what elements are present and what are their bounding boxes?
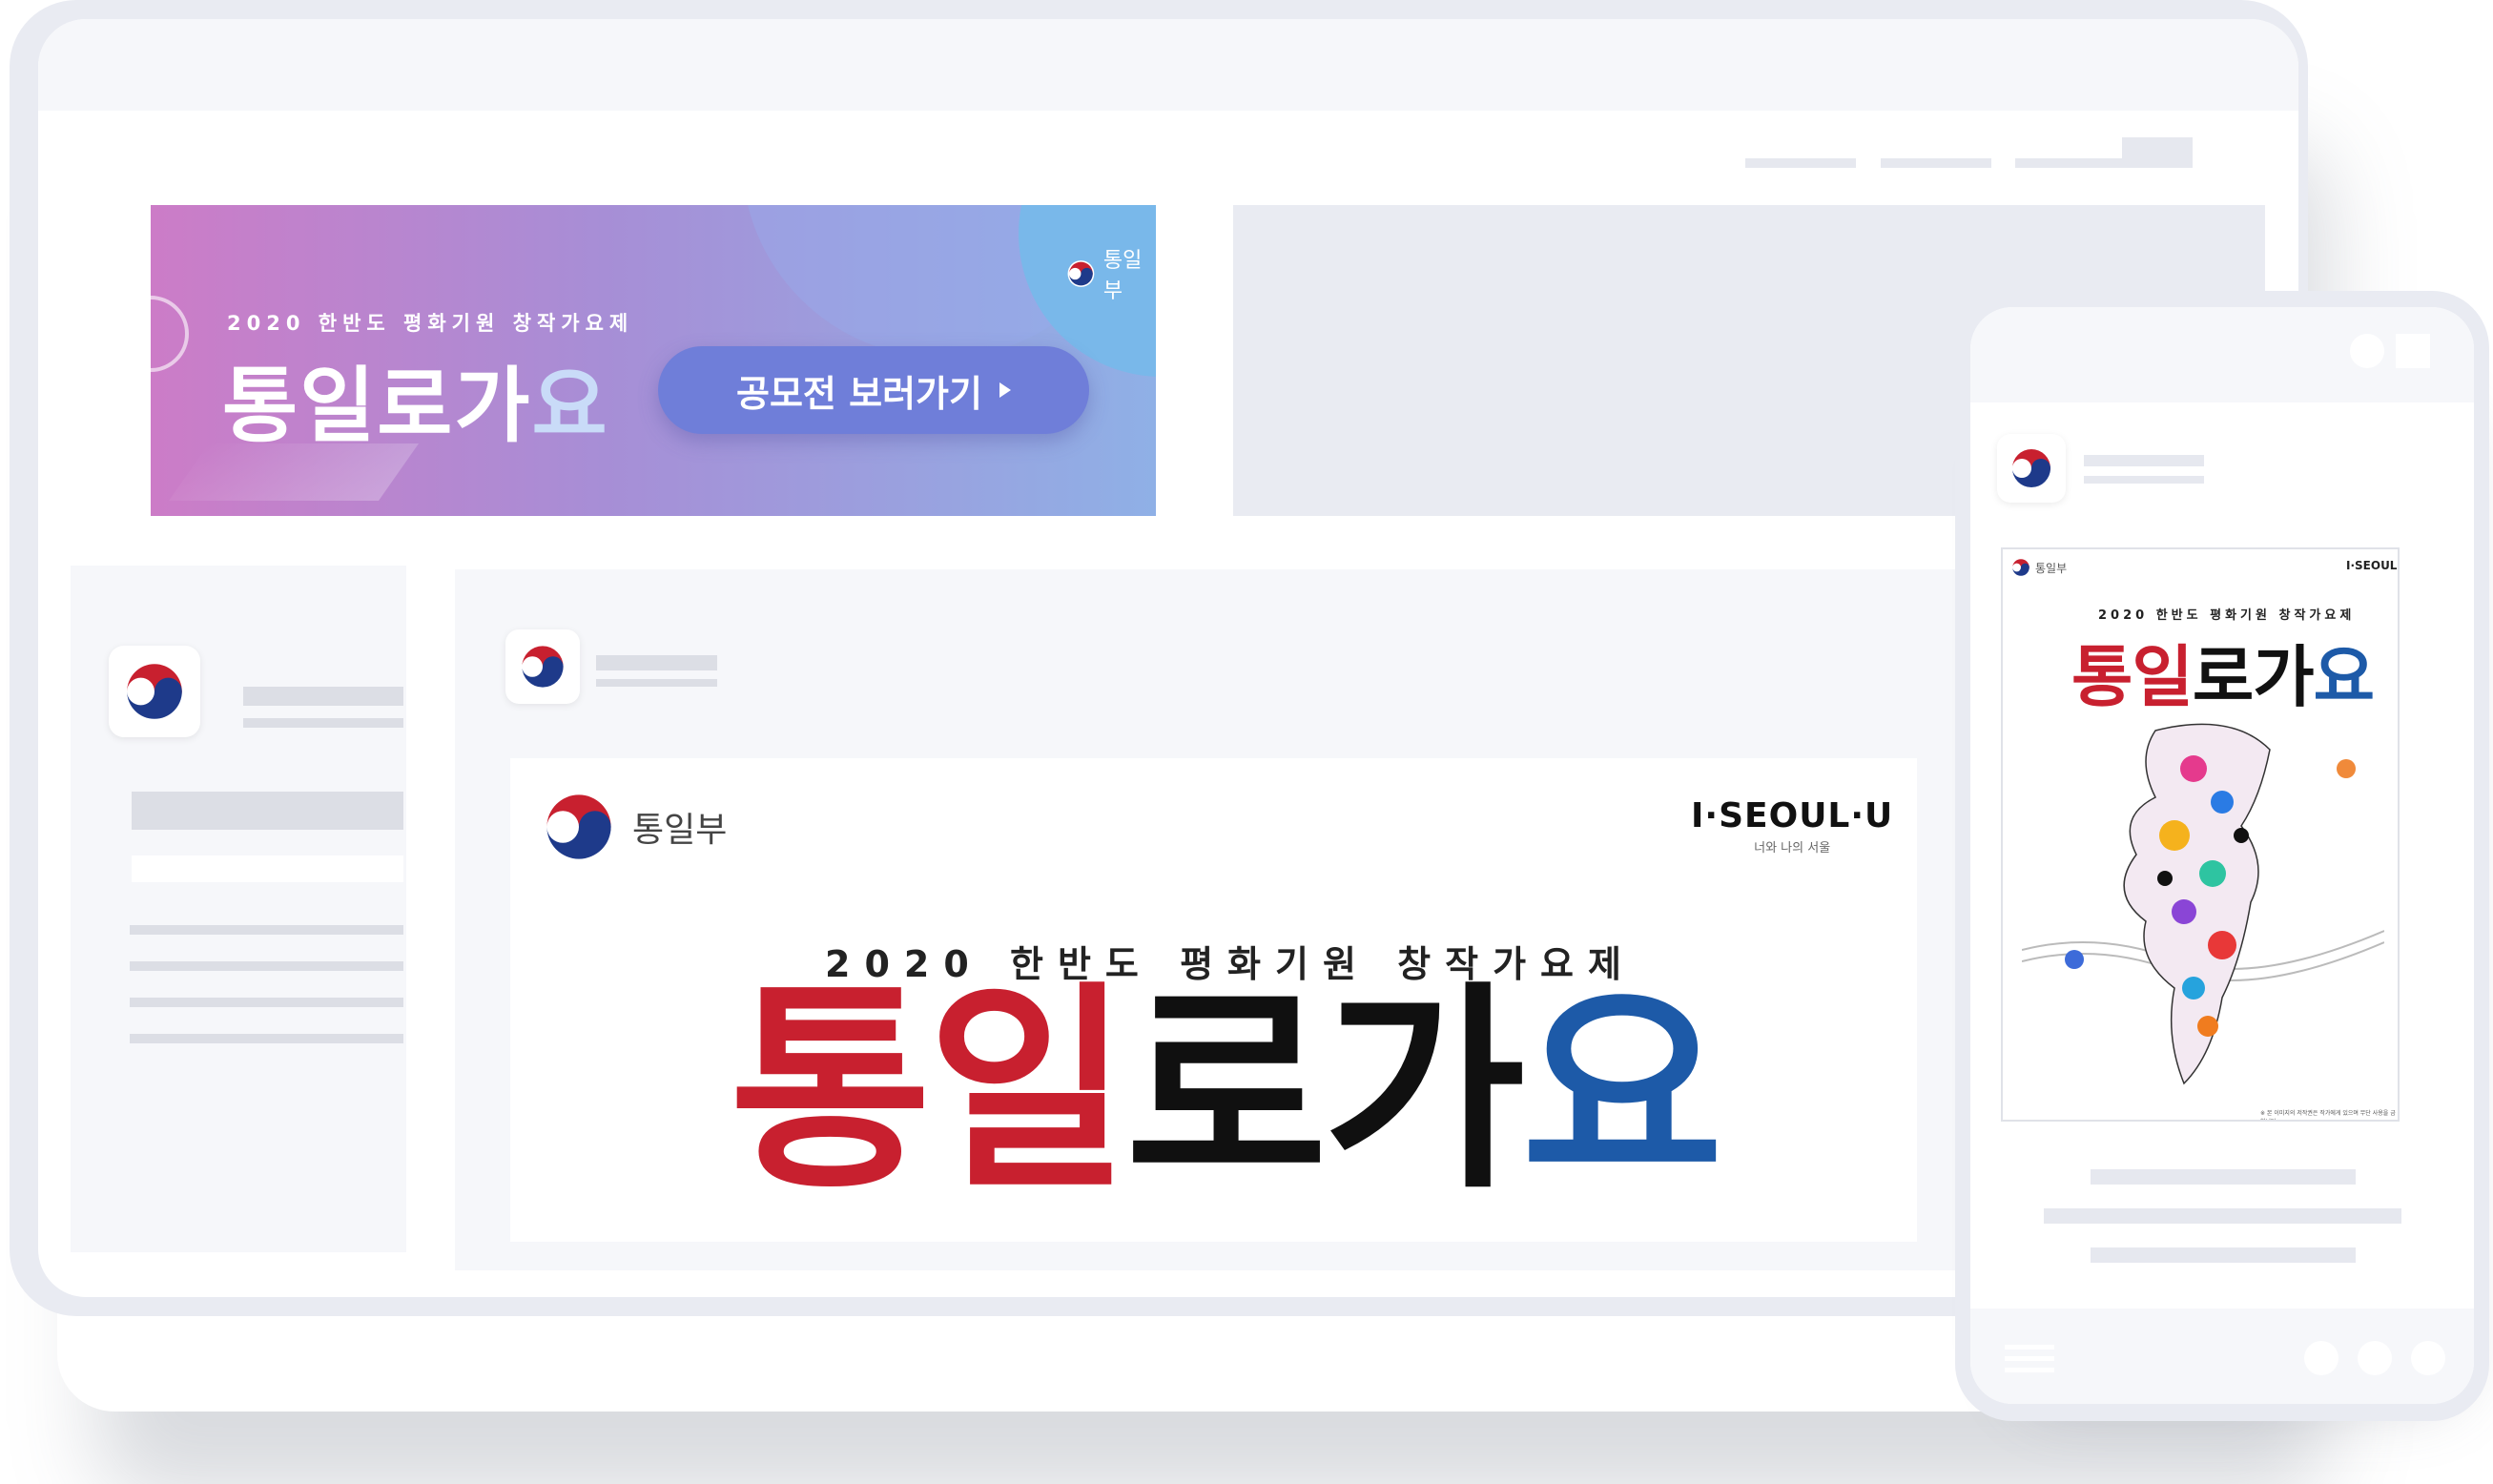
taegeuk-logo-icon xyxy=(127,664,182,719)
decor-ring xyxy=(151,296,189,372)
phone-poster-org-label: 통일부 xyxy=(2035,561,2068,575)
phone-meta-placeholder xyxy=(2084,476,2204,484)
post-author-placeholder xyxy=(596,655,717,670)
phone-nav-dot[interactable] xyxy=(2358,1341,2392,1375)
phone-post-avatar[interactable] xyxy=(1997,434,2066,503)
phone-seoul-brand: I·SEOUL·U xyxy=(2346,559,2398,572)
phone-author-placeholder xyxy=(2084,455,2204,466)
poster-title-part3: 로가 xyxy=(1125,964,1525,1219)
banner-org: 통일부 xyxy=(1066,243,1156,304)
view-contest-button-label: 공모전 보러가기 xyxy=(736,372,982,415)
sidebar-link-placeholder[interactable] xyxy=(130,925,403,935)
phone-poster-footer: ※ 본 이미지의 저작권은 작가에게 있으며 무단 사용을 금합니다. xyxy=(2260,1110,2396,1120)
seoul-brand-slogan: 너와 나의 서울 xyxy=(1754,841,1831,855)
nav-item-placeholder[interactable] xyxy=(2015,158,2126,168)
taegeuk-logo-icon xyxy=(1067,260,1095,287)
sidebar-avatar[interactable] xyxy=(109,646,200,737)
phone-poster-title-part3: 로가 xyxy=(2192,638,2315,716)
nav-item-placeholder[interactable] xyxy=(1745,158,1856,168)
sidebar-link-placeholder[interactable] xyxy=(130,998,403,1007)
phone-text-placeholder xyxy=(2091,1169,2356,1185)
peninsula-illustration xyxy=(2022,723,2384,1085)
poster-title-part2: 일 xyxy=(927,964,1130,1219)
phone-status-dot xyxy=(2350,334,2384,368)
poster-title-part4: 요 xyxy=(1521,964,1723,1219)
post-poster-image[interactable]: 통일부 I·SEOUL·U 너와 나의 서울 2020 한반도 평화기원 창작가… xyxy=(510,758,1917,1242)
banner-title-main: 통일로가 xyxy=(222,359,532,454)
taegeuk-logo-icon xyxy=(522,646,564,688)
phone-poster-title-part4: 요 xyxy=(2313,638,2375,716)
phone-poster-org: 통일부 xyxy=(2010,557,2067,578)
poster-org: 통일부 xyxy=(539,787,727,867)
phone-status-square xyxy=(2396,334,2430,368)
promo-banner[interactable]: 통일부 2020 한반도 평화기원 창작가요제 통일로가요 공모전 보러가기 xyxy=(151,205,1156,516)
post-meta-placeholder xyxy=(596,679,717,687)
sidebar-block-placeholder xyxy=(132,792,403,830)
seoul-brand-logo: I·SEOUL·U 너와 나의 서울 xyxy=(1691,796,1893,855)
poster-title: 통일로가요 xyxy=(730,982,1723,1202)
phone-poster-image[interactable]: 통일부 I·SEOUL·U 2020 한반도 평화기원 창작가요제 통일로가요 … xyxy=(2001,547,2400,1122)
banner-org-label: 통일부 xyxy=(1102,249,1143,303)
taegeuk-logo-icon xyxy=(546,794,611,859)
banner-title-accent: 요 xyxy=(531,359,609,454)
phone-poster-title-part1: 통 xyxy=(2071,638,2132,716)
poster-org-label: 통일부 xyxy=(632,811,728,850)
phone-text-placeholder xyxy=(2044,1208,2401,1224)
browser-topbar xyxy=(38,19,2298,111)
taegeuk-logo-icon xyxy=(2012,559,2029,576)
phone-text-placeholder xyxy=(2091,1247,2356,1263)
nav-button-placeholder[interactable] xyxy=(2122,137,2193,168)
phone-poster-title: 통일로가요 xyxy=(2071,624,2375,720)
view-contest-button[interactable]: 공모전 보러가기 xyxy=(658,346,1089,434)
hamburger-icon[interactable] xyxy=(2005,1345,2054,1372)
banner-subtitle: 2020 한반도 평화기원 창작가요제 xyxy=(227,312,634,335)
post-avatar[interactable] xyxy=(505,629,580,704)
banner-title: 통일로가요 xyxy=(222,339,609,458)
sidebar-input-placeholder[interactable] xyxy=(132,855,403,882)
seoul-brand-text: I·SEOUL·U xyxy=(1691,796,1894,835)
nav-item-placeholder[interactable] xyxy=(1881,158,1991,168)
phone-poster-subtitle: 2020 한반도 평화기원 창작가요제 xyxy=(2098,608,2356,623)
sidebar-link-placeholder[interactable] xyxy=(130,1034,403,1043)
poster-title-part1: 통 xyxy=(730,964,932,1219)
play-triangle-icon xyxy=(999,382,1011,398)
taegeuk-logo-icon xyxy=(2012,449,2050,487)
phone-poster-title-part2: 일 xyxy=(2132,638,2193,716)
phone-nav-dot[interactable] xyxy=(2411,1341,2445,1375)
phone-nav-dot[interactable] xyxy=(2304,1341,2338,1375)
sidebar-name-placeholder xyxy=(243,687,403,706)
sidebar-meta-placeholder xyxy=(243,718,403,728)
sidebar-link-placeholder[interactable] xyxy=(130,961,403,971)
